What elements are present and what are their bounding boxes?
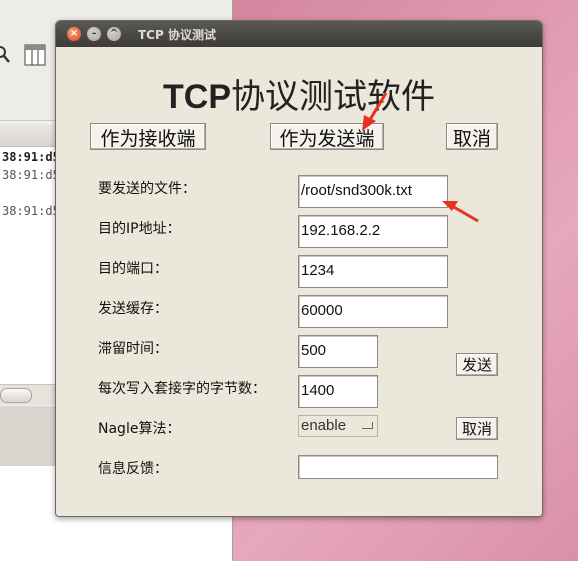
nagle-selected-value: enable	[301, 417, 347, 434]
cancel-bottom-button[interactable]: 取消	[456, 417, 498, 440]
layout-icon[interactable]	[24, 44, 46, 66]
linger-input[interactable]: 500	[298, 335, 378, 368]
close-window-button[interactable]: ×	[67, 27, 81, 41]
as-receiver-button[interactable]: 作为接收端	[90, 123, 206, 150]
nagle-label: Nagle算法：	[98, 421, 181, 437]
maximize-window-button[interactable]: ^	[107, 27, 121, 41]
scrollbar-thumb[interactable]	[0, 388, 32, 403]
title-bar[interactable]: × – ^ TCP 协议测试	[56, 21, 542, 47]
minimize-window-button[interactable]: –	[87, 27, 101, 41]
tcp-test-dialog: × – ^ TCP 协议测试 TCP协议测试软件 作为接收端 作为发送端 取消 …	[55, 20, 543, 517]
annotation-arrow-icon	[362, 92, 388, 131]
list-row[interactable]: 38:91:d5	[2, 168, 60, 182]
nagle-select[interactable]: enable	[298, 415, 378, 437]
ip-input[interactable]: 192.168.2.2	[298, 215, 448, 248]
file-label: 要发送的文件：	[98, 181, 196, 197]
port-label: 目的端口：	[98, 261, 168, 277]
port-input[interactable]: 1234	[298, 255, 448, 288]
annotation-arrow-icon	[442, 201, 479, 223]
feedback-label: 信息反馈：	[98, 461, 168, 477]
bytes-per-write-label: 每次写入套接字的字节数：	[98, 381, 266, 397]
feedback-output[interactable]	[298, 455, 498, 479]
linger-label: 滞留时间：	[98, 341, 168, 357]
buffer-input[interactable]: 60000	[298, 295, 448, 328]
title-cjk: 协议测试软件	[231, 77, 435, 117]
cancel-top-button[interactable]: 取消	[446, 123, 498, 150]
page-title: TCP协议测试软件	[56, 69, 542, 118]
dropdown-icon	[362, 422, 373, 429]
send-button[interactable]: 发送	[456, 353, 498, 376]
list-row[interactable]: 38:91:d5	[2, 150, 60, 164]
buffer-label: 发送缓存：	[98, 301, 168, 317]
file-input[interactable]: /root/snd300k.txt	[298, 175, 448, 208]
title-latin: TCP	[163, 78, 231, 116]
bytes-per-write-input[interactable]: 1400	[298, 375, 378, 408]
search-icon[interactable]	[0, 44, 16, 66]
ip-label: 目的IP地址：	[98, 221, 181, 237]
window-title: TCP 协议测试	[138, 28, 216, 42]
list-row[interactable]: 38:91:d5	[2, 204, 60, 218]
